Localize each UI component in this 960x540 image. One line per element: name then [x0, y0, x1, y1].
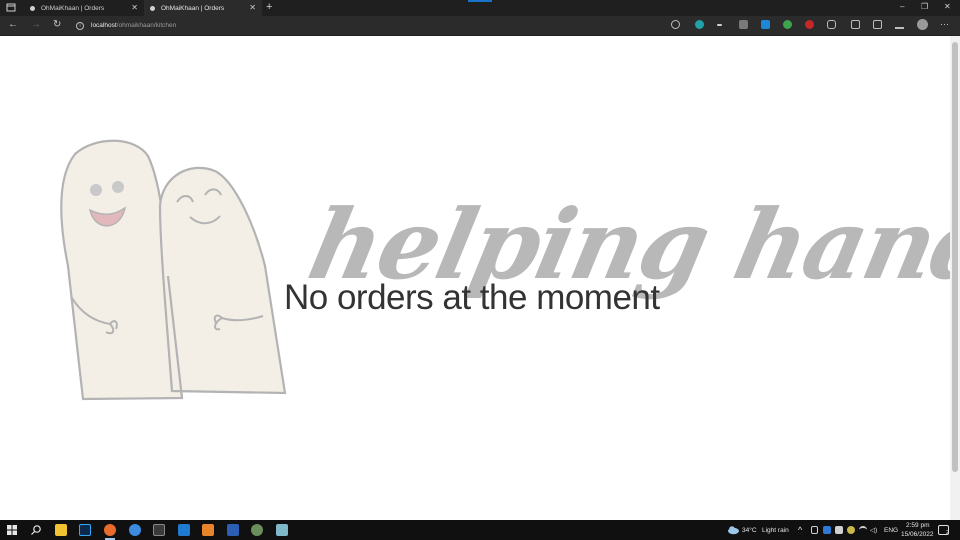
address-toolbar: ← → ↻ i localhost/ohmaikhaan/kitchen [0, 16, 960, 35]
extension-red-icon[interactable] [805, 20, 814, 29]
page-scrollbar[interactable] [950, 36, 960, 520]
tray-app-icon[interactable] [847, 526, 855, 534]
forward-button[interactable]: → [31, 19, 41, 30]
favicon-icon [30, 5, 35, 11]
notes-app-icon[interactable] [276, 524, 288, 536]
extension-dash-icon[interactable] [717, 24, 722, 26]
tab-actions-icon[interactable] [4, 2, 18, 14]
url-path: /ohmaikhaan/kitchen [116, 22, 177, 29]
clock-date[interactable]: 15/06/2022 [901, 531, 934, 538]
right-finger [158, 166, 287, 395]
tab-orders-2[interactable]: OhMaiKhaan | Orders ✕ [144, 0, 262, 16]
extension-colorful-icon[interactable] [783, 20, 792, 29]
minimize-button[interactable]: – [900, 2, 904, 11]
drag-region-indicator [468, 0, 492, 2]
extensions-puzzle-icon[interactable] [827, 20, 836, 29]
terminal-icon[interactable] [153, 524, 165, 536]
tab-orders-1[interactable]: OhMaiKhaan | Orders ✕ [24, 0, 144, 16]
collections-icon[interactable] [873, 20, 882, 29]
favicon-icon [150, 5, 155, 11]
favorites-icon[interactable] [851, 20, 860, 29]
tray-app-icon[interactable] [823, 526, 831, 534]
read-aloud-icon[interactable] [671, 20, 680, 29]
settings-menu-button[interactable]: ··· [940, 19, 949, 29]
extension-m-icon[interactable] [695, 20, 704, 29]
back-button[interactable]: ← [8, 19, 18, 30]
firefox-icon[interactable] [104, 524, 116, 536]
tab-title: OhMaiKhaan | Orders [41, 4, 105, 12]
profile-avatar[interactable] [917, 19, 928, 30]
extension-grid-icon[interactable] [739, 20, 748, 29]
scrollbar-thumb[interactable] [952, 42, 958, 472]
tray-overflow-chevron-icon[interactable]: ^ [798, 525, 802, 535]
tray-app-icon[interactable] [835, 526, 843, 534]
tab-close-icon[interactable]: ✕ [249, 3, 256, 12]
photoshop-icon[interactable] [79, 524, 91, 536]
tab-bar: OhMaiKhaan | Orders ✕ OhMaiKhaan | Order… [0, 0, 960, 16]
tray-app-icon[interactable] [811, 526, 818, 534]
speaker-icon[interactable]: ◁) [870, 526, 877, 534]
search-icon[interactable] [30, 524, 42, 536]
empty-orders-message: No orders at the moment [284, 278, 660, 317]
language-indicator[interactable]: ENG [884, 527, 898, 534]
wifi-icon[interactable] [859, 526, 867, 534]
edge-icon[interactable] [129, 524, 141, 536]
reload-button[interactable]: ↻ [53, 19, 61, 30]
file-explorer-icon[interactable] [55, 524, 67, 536]
weather-condition[interactable]: Light rain [762, 527, 789, 534]
restore-button[interactable]: ❐ [921, 2, 928, 11]
xampp-icon[interactable] [202, 524, 214, 536]
word-icon[interactable] [227, 524, 239, 536]
app-icon[interactable] [251, 524, 263, 536]
notification-count-badge: 2 [946, 530, 950, 536]
url-host: localhost [91, 22, 117, 29]
new-tab-button[interactable]: + [266, 1, 272, 13]
extension-s-icon[interactable] [761, 20, 770, 29]
weather-temp[interactable]: 34°C [742, 527, 757, 534]
windows-taskbar: 34°C Light rain ^ ◁) ENG 2:59 pm 15/06/2… [0, 520, 960, 540]
tab-close-icon[interactable]: ✕ [131, 3, 138, 12]
weather-cloud-icon[interactable] [727, 524, 740, 536]
vscode-icon[interactable] [178, 524, 190, 536]
downloads-icon[interactable] [895, 20, 904, 29]
clock-time[interactable]: 2:59 pm [906, 522, 930, 529]
tab-title: OhMaiKhaan | Orders [161, 4, 225, 12]
helping-hand-fingers-illustration [60, 139, 287, 401]
close-window-button[interactable]: ✕ [944, 2, 951, 11]
site-info-icon[interactable]: i [76, 21, 84, 30]
active-app-indicator [105, 538, 115, 540]
kitchen-page: helping hand No orders at the moment [0, 36, 960, 520]
address-input[interactable]: i localhost/ohmaikhaan/kitchen [76, 19, 696, 32]
start-windows-icon[interactable] [6, 524, 18, 536]
